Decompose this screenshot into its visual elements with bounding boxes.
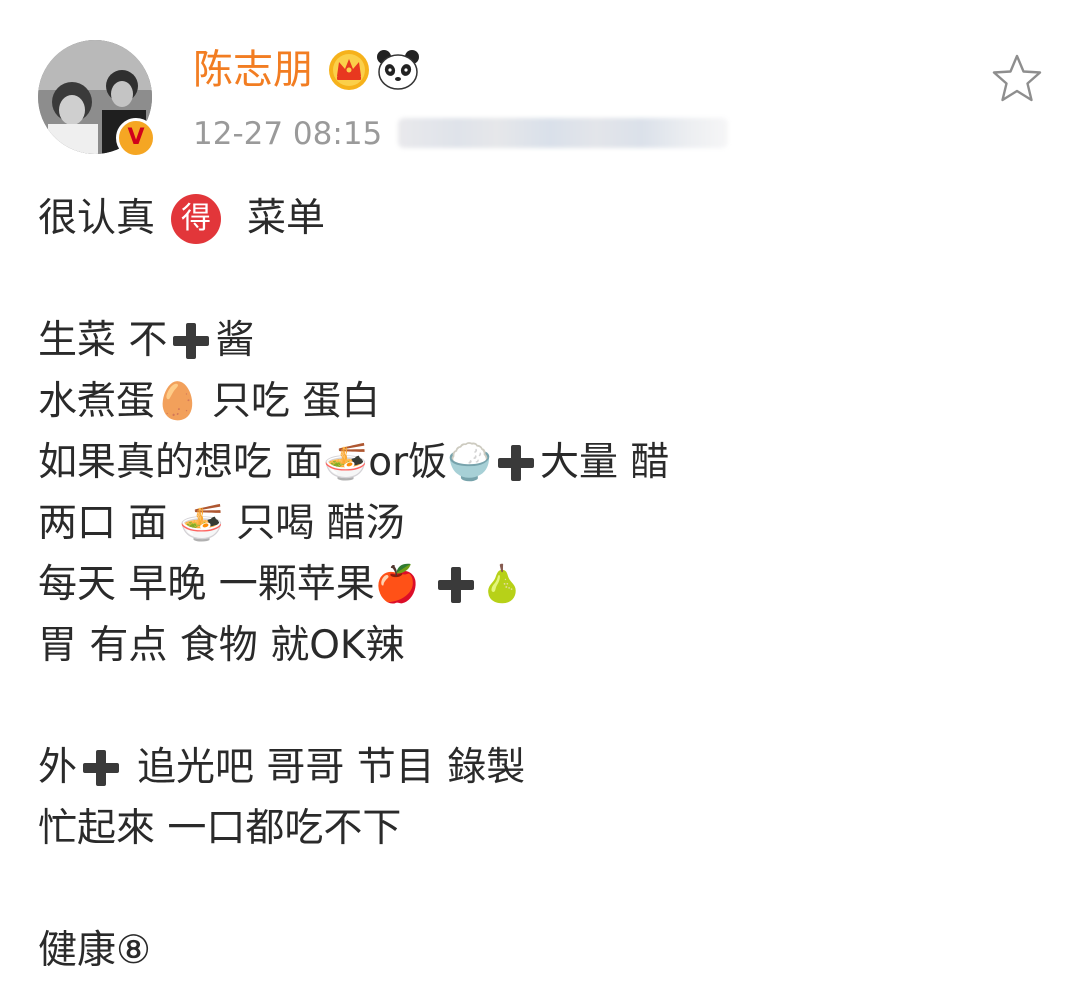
text-segment: 大量 醋 [539, 440, 670, 485]
text-segment: 忙起來 一口都吃不下 [38, 806, 402, 851]
text-segment: 健康⑧ [38, 928, 151, 973]
text-segment: 菜单 [247, 196, 326, 241]
text-segment: 追光吧 哥哥 节目 錄製 [137, 745, 526, 790]
egg-icon: 🥚 [155, 380, 200, 422]
post-line: 胃 有点 食物 就OK辣 [38, 615, 1048, 676]
rice-bowl-icon: 🍚 [447, 441, 492, 483]
de-badge-icon: 得 [171, 193, 222, 244]
text-segment: 酱 [215, 318, 255, 363]
post-line: 外 追光吧 哥哥 节目 錄製 [38, 737, 1048, 798]
author-name-row: 陈志朋 [193, 44, 421, 96]
plus-icon [83, 749, 120, 786]
text-segment: 外 [38, 745, 78, 790]
apple-icon: 🍎 [374, 563, 420, 605]
post-line: 每天 早晚 一颗苹果 🍎 🍐 [38, 554, 1048, 615]
text-segment: 水煮蛋 [38, 379, 156, 424]
post-line: 水煮蛋 🥚 只吃 蛋白 [38, 371, 1048, 432]
text-segment: 胃 有点 食物 就OK辣 [38, 623, 405, 668]
post-timestamp: 12-27 08:15 [193, 116, 383, 152]
post-line: 很认真 得 菜单 [38, 188, 1048, 249]
pear-icon: 🍐 [479, 563, 525, 605]
text-segment: 生菜 不 [38, 318, 168, 363]
plus-icon [437, 566, 474, 603]
post-line: 生菜 不 酱 [38, 310, 1048, 371]
text-segment: 两口 面 [38, 501, 168, 546]
noodle-bowl-icon: 🍜 [323, 441, 369, 483]
post-line: 忙起來 一口都吃不下 [38, 798, 1048, 859]
plus-icon [173, 322, 210, 359]
author-name[interactable]: 陈志朋 [193, 44, 313, 96]
star-outline-icon[interactable] [990, 52, 1044, 106]
verified-badge: V [116, 118, 156, 158]
noodle-bowl-icon: 🍜 [179, 502, 225, 544]
panda-icon[interactable] [375, 48, 421, 92]
avatar[interactable]: V [38, 40, 156, 158]
text-segment: 每天 早晚 一颗苹果 [38, 562, 375, 607]
text-segment: 很认真 [38, 196, 156, 241]
crown-icon[interactable] [327, 48, 371, 92]
post-content: 很认真 得 菜单 生菜 不 酱 水煮蛋 🥚 只吃 蛋白 如果真的想吃 面 🍜 o… [38, 188, 1048, 981]
plus-icon [497, 444, 534, 481]
text-segment: 只喝 醋汤 [236, 501, 405, 546]
post-line: 健康⑧ [38, 920, 1048, 981]
verified-badge-label: V [127, 125, 145, 150]
text-segment: 只吃 蛋白 [211, 379, 381, 424]
post-line: 如果真的想吃 面 🍜 or饭 🍚 大量 醋 [38, 432, 1048, 493]
post-header: V 陈志朋 12-27 08:15 [0, 0, 1080, 170]
text-segment: 如果真的想吃 面 [38, 440, 324, 485]
text-segment: or饭 [368, 440, 448, 485]
blurred-source-text [398, 118, 728, 148]
post-line: 两口 面 🍜 只喝 醋汤 [38, 493, 1048, 554]
